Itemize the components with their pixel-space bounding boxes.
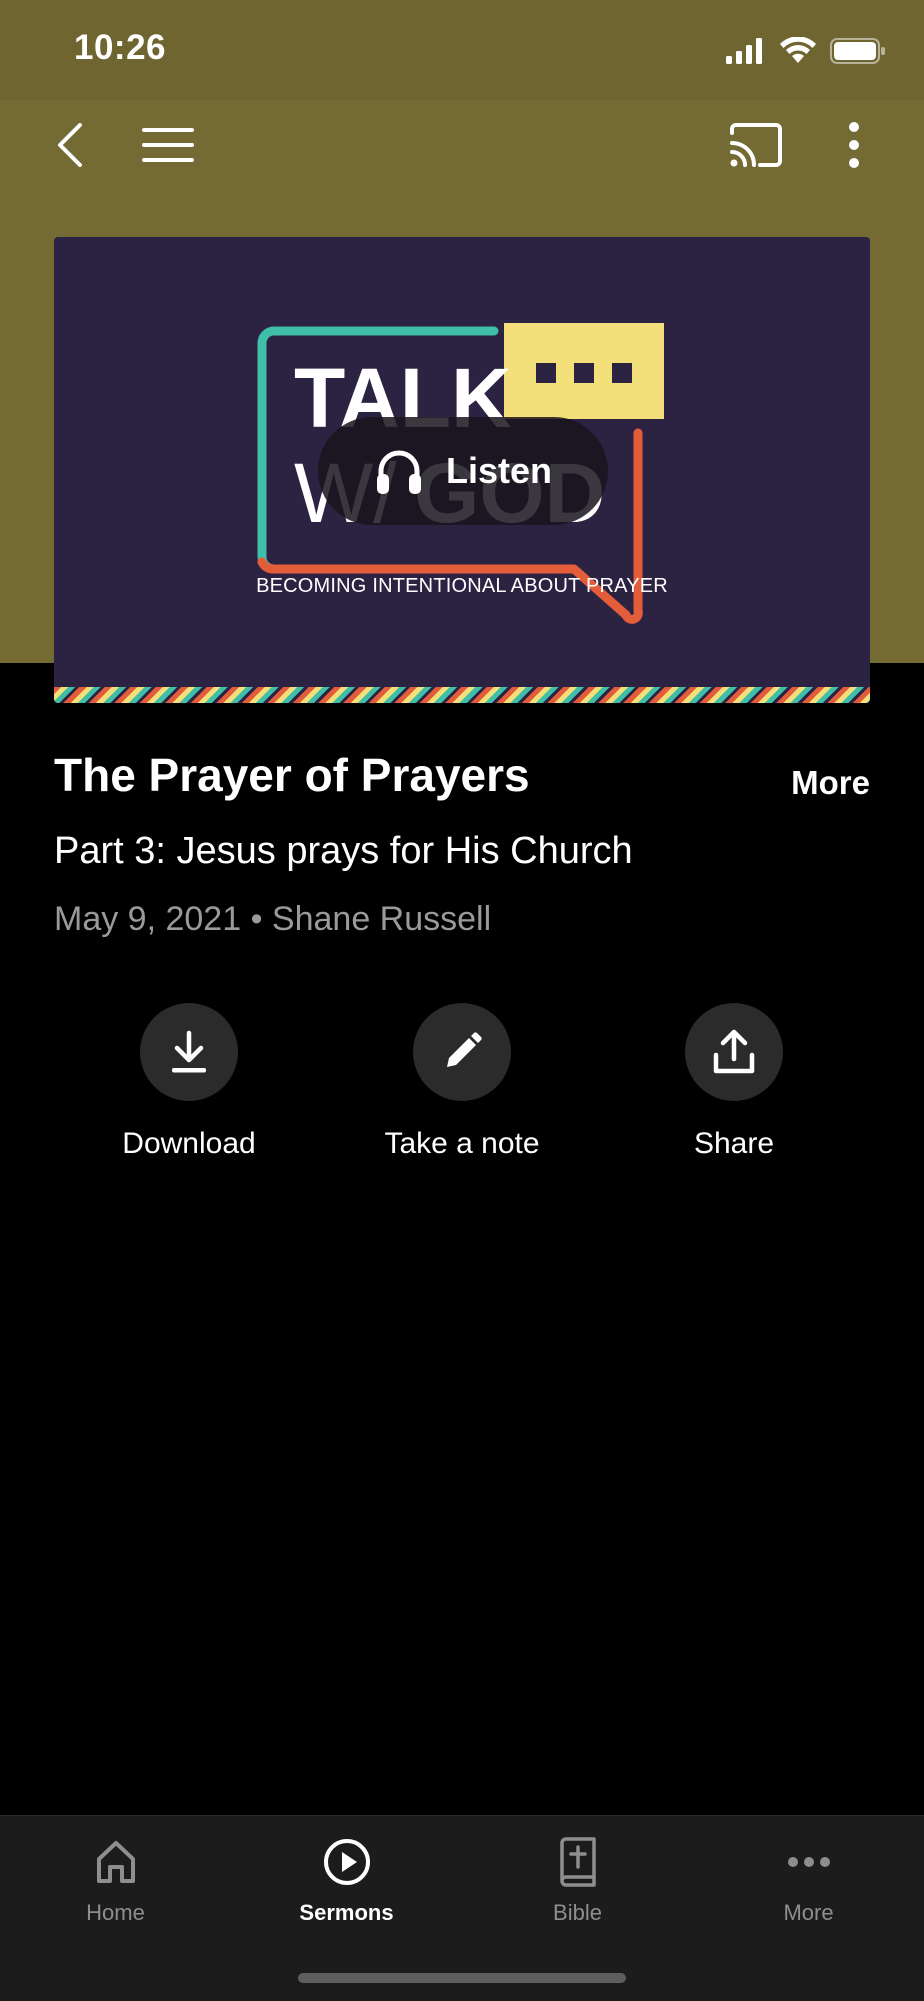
pencil-icon <box>447 1032 482 1067</box>
ellipsis-icon <box>787 1857 830 1867</box>
share-button[interactable]: Share <box>624 1003 844 1161</box>
download-icon <box>172 1030 206 1073</box>
more-details-button[interactable]: More <box>791 764 870 802</box>
take-note-label: Take a note <box>384 1127 540 1160</box>
download-button-circle[interactable] <box>140 1003 238 1101</box>
hamburger-menu-icon <box>142 128 194 162</box>
back-button[interactable] <box>44 120 94 170</box>
artwork-stripe-border <box>54 687 870 703</box>
vertical-ellipsis-icon <box>849 122 859 168</box>
sermon-actions: Download Take a note Share <box>0 1003 924 1173</box>
home-icon <box>96 1841 135 1883</box>
sermon-title: The Prayer of Prayers <box>54 749 530 801</box>
play-circle-icon <box>323 1839 370 1885</box>
take-note-button[interactable]: Take a note <box>352 1003 572 1161</box>
battery-icon <box>830 38 885 64</box>
listen-label: Listen <box>445 450 552 491</box>
sermon-date-speaker: May 9, 2021 • Shane Russell <box>54 900 492 938</box>
headphones-icon <box>376 450 421 494</box>
overflow-menu-button[interactable] <box>832 120 876 170</box>
tab-more-label: More <box>783 1900 834 1925</box>
cast-icon <box>730 123 782 167</box>
cellular-signal-icon <box>726 38 762 64</box>
tab-home-label: Home <box>86 1900 145 1925</box>
share-icon <box>713 1029 755 1074</box>
tab-sermons[interactable]: Sermons <box>231 1816 462 1936</box>
top-navigation-bar <box>0 100 924 195</box>
status-bar: 10:26 <box>0 0 924 100</box>
share-button-circle[interactable] <box>685 1003 783 1101</box>
menu-button[interactable] <box>138 120 198 170</box>
sermon-artwork[interactable]: TALK W/ GOD BECOMING INTENTIONAL ABOUT P… <box>54 237 870 703</box>
tab-bible-label: Bible <box>553 1900 602 1925</box>
status-time: 10:26 <box>74 28 167 67</box>
bible-icon <box>559 1837 596 1887</box>
cast-button[interactable] <box>726 120 786 170</box>
tab-more[interactable]: More <box>693 1816 924 1936</box>
tab-sermons-label: Sermons <box>299 1900 394 1925</box>
wifi-icon <box>780 37 816 63</box>
sermon-subtitle: Part 3: Jesus prays for His Church <box>54 830 633 872</box>
take-note-button-circle[interactable] <box>413 1003 511 1101</box>
status-icons <box>726 36 886 66</box>
home-indicator <box>298 1973 626 1983</box>
download-button[interactable]: Download <box>79 1003 299 1161</box>
tab-bible[interactable]: Bible <box>462 1816 693 1936</box>
chevron-left-icon <box>58 123 82 167</box>
tab-home[interactable]: Home <box>0 1816 231 1936</box>
listen-button[interactable]: Listen <box>318 417 608 525</box>
artwork-tagline: BECOMING INTENTIONAL ABOUT PRAYER <box>256 575 668 597</box>
download-label: Download <box>122 1127 256 1160</box>
share-label: Share <box>693 1127 775 1160</box>
